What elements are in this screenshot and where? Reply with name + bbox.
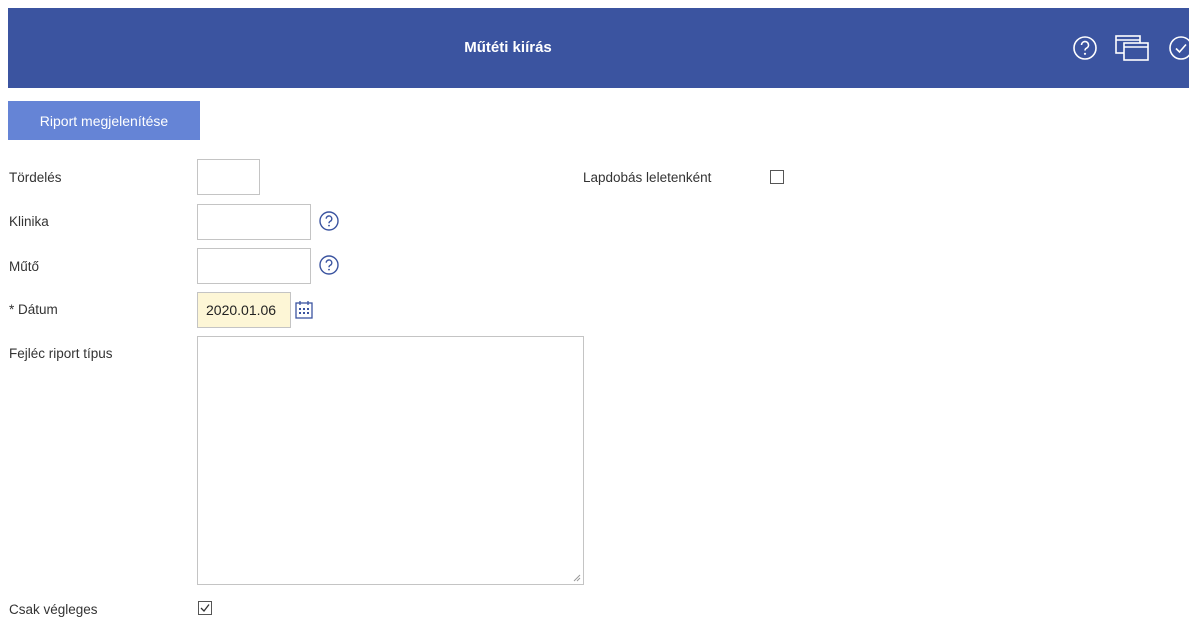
muto-help-icon[interactable] <box>318 254 340 276</box>
fejlec-label: Fejléc riport típus <box>9 346 113 361</box>
datum-input[interactable]: 2020.01.06 <box>197 292 291 328</box>
calendar-icon[interactable] <box>294 300 314 320</box>
tordeles-label: Tördelés <box>9 170 62 185</box>
lapdobas-checkbox[interactable] <box>770 170 784 184</box>
klinika-input[interactable] <box>197 204 311 240</box>
resize-grip-icon[interactable] <box>571 572 581 582</box>
csak-vegleges-checkbox[interactable] <box>198 601 212 615</box>
datum-label: * Dátum <box>9 302 58 317</box>
help-icon[interactable] <box>1070 33 1100 63</box>
csak-vegleges-label: Csak végleges <box>9 602 98 617</box>
klinika-label: Klinika <box>9 214 49 229</box>
header-bar: Műtéti kiírás <box>8 8 1189 88</box>
muto-input[interactable] <box>197 248 311 284</box>
fejlec-textarea[interactable] <box>197 336 584 585</box>
muto-label: Műtő <box>9 259 40 274</box>
show-report-button[interactable]: Riport megjelenítése <box>8 101 200 140</box>
page-title: Műtéti kiírás <box>8 8 1008 88</box>
klinika-help-icon[interactable] <box>318 210 340 232</box>
checkmark-icon <box>200 604 210 612</box>
page-title-text: Műtéti kiírás <box>464 39 552 56</box>
windows-icon[interactable] <box>1114 33 1154 65</box>
tordeles-input[interactable] <box>197 159 260 195</box>
check-circle-icon[interactable] <box>1166 33 1189 63</box>
lapdobas-label: Lapdobás leletenként <box>583 170 712 185</box>
